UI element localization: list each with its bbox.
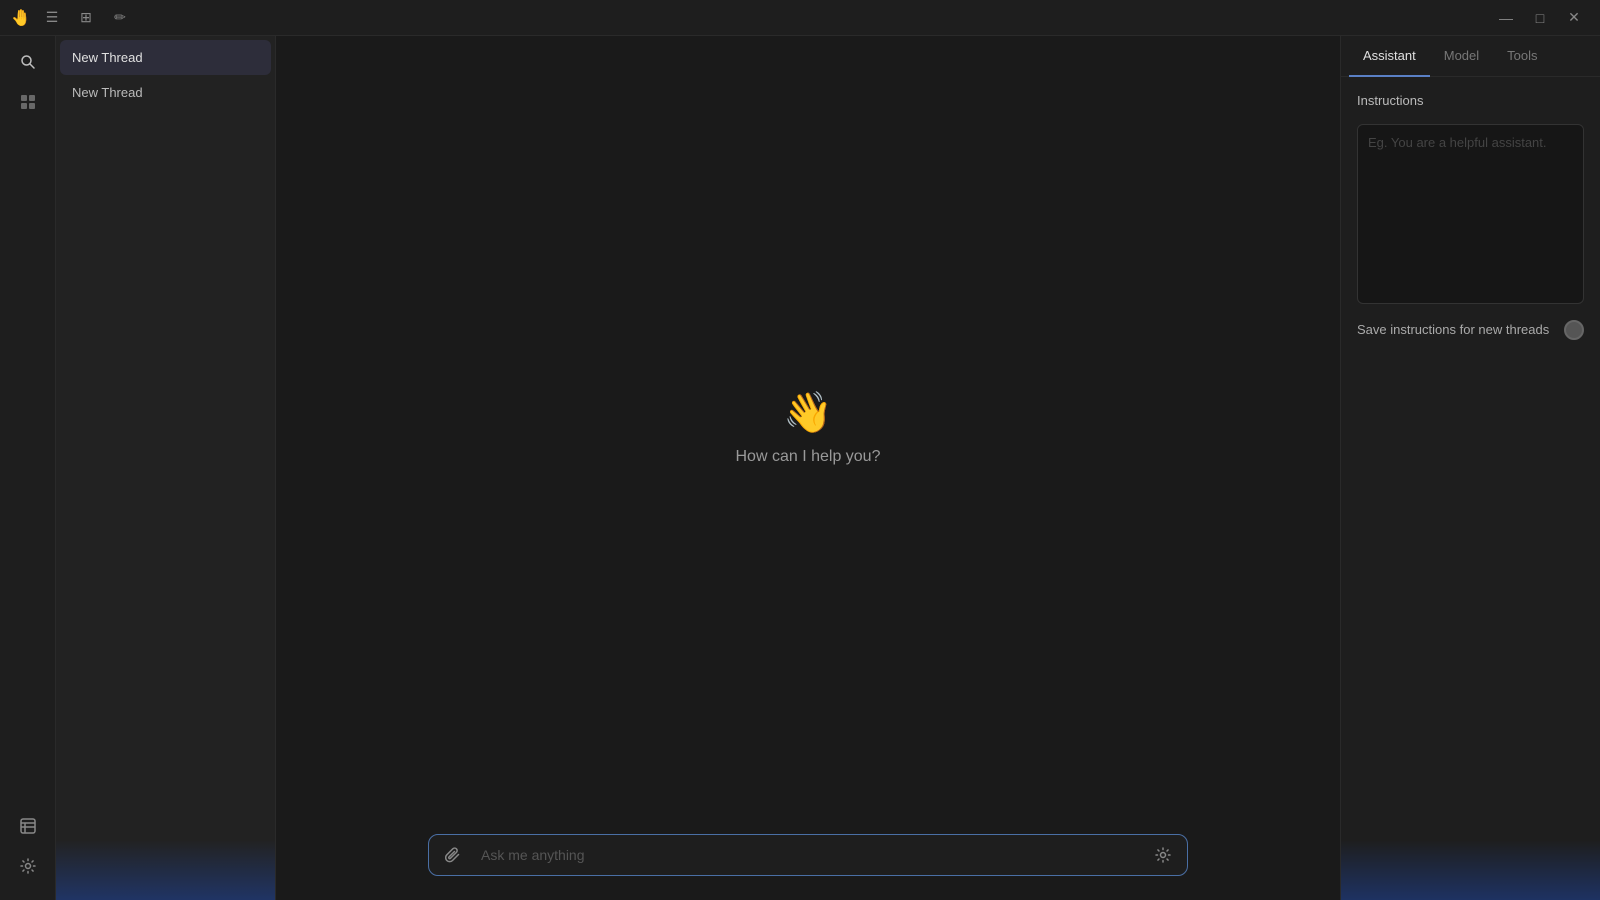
save-instructions-row: Save instructions for new threads — [1357, 320, 1584, 340]
save-instructions-toggle[interactable] — [1564, 320, 1584, 340]
attach-button[interactable] — [437, 839, 469, 871]
right-panel-content: Instructions Save instructions for new t… — [1341, 77, 1600, 840]
blue-glow-right-decoration — [1341, 840, 1600, 900]
icon-sidebar — [0, 36, 56, 900]
tab-model[interactable]: Model — [1430, 36, 1493, 77]
settings-icon-btn[interactable] — [10, 848, 46, 884]
instructions-textarea[interactable] — [1357, 124, 1584, 304]
welcome-emoji: 👋 — [783, 389, 833, 436]
thread-list: New Thread New Thread — [56, 36, 275, 840]
chat-input[interactable] — [477, 839, 1139, 871]
minimize-button[interactable]: — — [1492, 4, 1520, 32]
save-instructions-label: Save instructions for new threads — [1357, 321, 1549, 339]
blue-glow-decoration — [56, 840, 275, 900]
main-container: New Thread New Thread 👋 How can I help y… — [0, 36, 1600, 900]
maximize-button[interactable]: □ — [1526, 4, 1554, 32]
search-icon-btn[interactable] — [10, 44, 46, 80]
titlebar-left: 🤚 ☰ ⊞ ✏ — [12, 6, 132, 30]
right-panel-tabs: Assistant Model Tools — [1341, 36, 1600, 77]
tab-tools[interactable]: Tools — [1493, 36, 1551, 77]
icon-sidebar-bottom — [10, 808, 46, 892]
app-icon: 🤚 — [12, 9, 30, 27]
edit-btn[interactable]: ✏ — [108, 6, 132, 30]
thread-sidebar: New Thread New Thread — [56, 36, 276, 900]
thread-item[interactable]: New Thread — [60, 75, 271, 110]
chat-welcome: 👋 How can I help you? — [276, 36, 1340, 818]
right-panel: Assistant Model Tools Instructions Save … — [1340, 36, 1600, 900]
panels-btn[interactable]: ⊞ — [74, 6, 98, 30]
chat-input-wrapper — [428, 834, 1188, 876]
grid-icon-btn[interactable] — [10, 84, 46, 120]
welcome-text: How can I help you? — [736, 448, 881, 466]
close-button[interactable]: ✕ — [1560, 4, 1588, 32]
instructions-label: Instructions — [1357, 93, 1584, 108]
window-controls: — □ ✕ — [1492, 4, 1588, 32]
chat-settings-button[interactable] — [1147, 839, 1179, 871]
chat-area: 👋 How can I help you? — [276, 36, 1340, 900]
titlebar: 🤚 ☰ ⊞ ✏ — □ ✕ — [0, 0, 1600, 36]
sidebar-toggle-btn[interactable]: ☰ — [40, 6, 64, 30]
thread-item[interactable]: New Thread — [60, 40, 271, 75]
tab-assistant[interactable]: Assistant — [1349, 36, 1430, 77]
chat-input-area — [276, 818, 1340, 900]
table-icon-btn[interactable] — [10, 808, 46, 844]
